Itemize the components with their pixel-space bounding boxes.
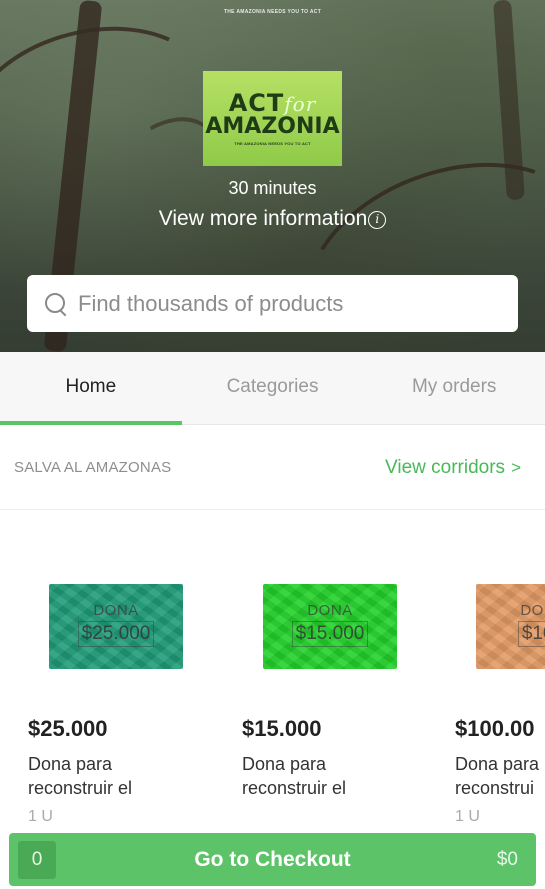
hero-tagline: THE AMAZONIA NEEDS YOU TO ACT xyxy=(223,9,322,15)
product-image[interactable]: DONA $25.000 xyxy=(49,584,183,669)
product-price: $100.00 xyxy=(455,716,535,741)
product-unit: 1 U xyxy=(28,808,53,825)
cart-total: $0 xyxy=(496,848,518,870)
search-bar[interactable] xyxy=(27,275,518,332)
product-desc-line: reconstrui xyxy=(455,778,535,798)
product-description: Dona para reconstruir el xyxy=(28,752,168,800)
product-desc-line: Dona para xyxy=(28,754,113,774)
search-icon xyxy=(45,292,67,315)
product-image[interactable]: DONA $15.000 xyxy=(263,584,397,669)
tab-bar: Home Categories My orders xyxy=(0,352,545,425)
product-desc-line: reconstruir el xyxy=(242,778,347,798)
store-logo: ACTfor AMAZONIA THE AMAZONIA NEEDS YOU T… xyxy=(203,71,342,166)
section-title: SALVA AL AMAZONAS xyxy=(14,459,172,476)
product-image-label: DONA xyxy=(93,602,139,619)
tab-my-orders[interactable]: My orders xyxy=(363,352,545,424)
product-image-label: DONA xyxy=(520,602,545,619)
product-image-amount: $100 xyxy=(517,621,545,647)
section-header: SALVA AL AMAZONAS View corridors > xyxy=(0,426,545,510)
checkout-label: Go to Checkout xyxy=(194,847,351,871)
product-desc-line: reconstruir el xyxy=(28,778,133,798)
product-image-amount: $25.000 xyxy=(77,621,155,647)
tab-home[interactable]: Home xyxy=(0,352,182,425)
logo-line2: AMAZONIA xyxy=(205,113,340,139)
checkout-button[interactable]: 0 Go to Checkout $0 xyxy=(9,833,536,886)
product-image-amount: $15.000 xyxy=(291,621,369,647)
chevron-right-icon: > xyxy=(511,458,521,477)
product-price: $25.000 xyxy=(28,716,108,741)
product-image[interactable]: DONA $100 xyxy=(476,584,545,669)
delivery-duration: 30 minutes xyxy=(228,178,317,198)
search-input[interactable] xyxy=(78,290,498,317)
product-desc-line: Dona para xyxy=(455,754,540,774)
tree-trunk xyxy=(493,0,525,201)
product-price: $15.000 xyxy=(242,716,322,741)
product-image-label: DONA xyxy=(307,602,353,619)
view-corridors-label: View corridors xyxy=(385,457,506,478)
info-icon: i xyxy=(368,211,387,229)
product-description: Dona para reconstruir el xyxy=(242,752,382,800)
product-description: Dona para reconstrui xyxy=(455,752,545,800)
product-carousel: DONA $25.000 $25.000 Dona para reconstru… xyxy=(0,510,545,840)
logo-line1: ACTfor xyxy=(228,88,317,117)
tab-categories[interactable]: Categories xyxy=(182,352,364,424)
product-desc-line: Dona para xyxy=(242,754,327,774)
product-unit: 1 U xyxy=(455,808,480,825)
logo-line3: THE AMAZONIA NEEDS YOU TO ACT xyxy=(234,141,311,147)
hero-banner: THE AMAZONIA NEEDS YOU TO ACT ACTfor AMA… xyxy=(0,0,545,352)
view-corridors-link[interactable]: View corridors > xyxy=(385,457,521,479)
view-more-info-link[interactable]: View more information i xyxy=(0,207,545,231)
more-info-label: View more information xyxy=(158,207,368,230)
